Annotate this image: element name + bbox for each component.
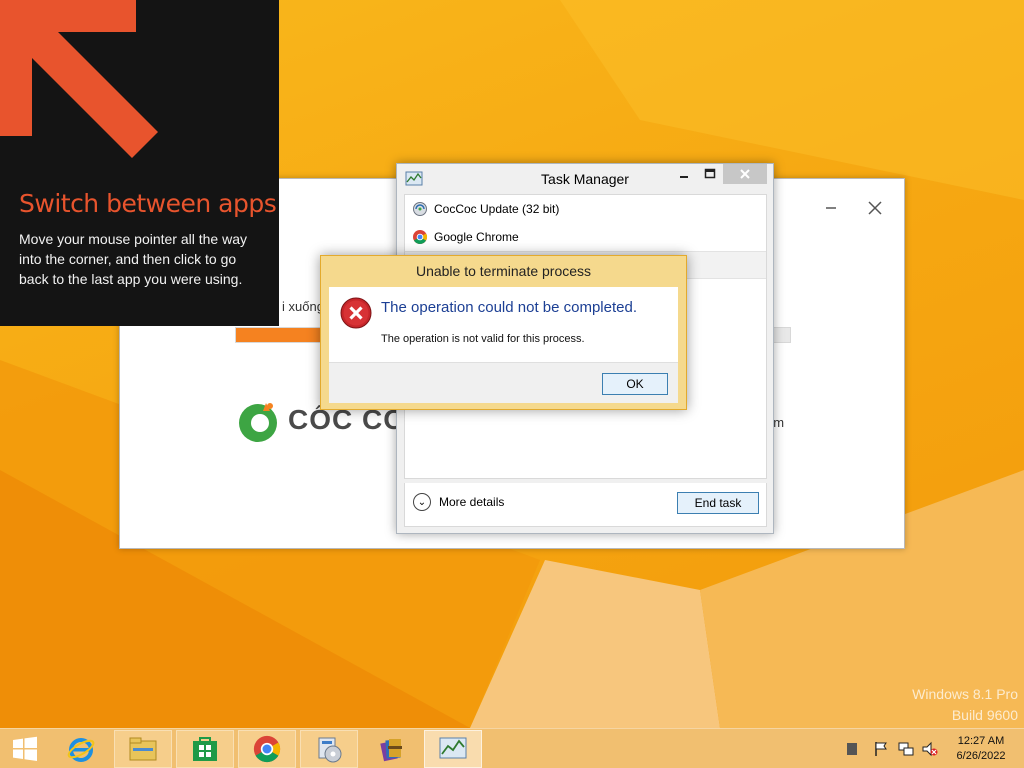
setup-icon <box>318 737 342 763</box>
error-detail-text: The operation is not valid for this proc… <box>381 333 585 345</box>
start-button[interactable] <box>2 730 48 768</box>
winrar-icon <box>380 739 402 762</box>
watermark-build: Build 9600 <box>951 707 1018 723</box>
minimize-icon <box>826 207 836 209</box>
network-icon-glyph <box>898 742 914 756</box>
minimize-icon <box>680 176 688 178</box>
task-manager-close-button[interactable] <box>723 164 767 184</box>
app-name: Google Chrome <box>434 230 519 244</box>
error-dialog-content: The operation could not be completed. Th… <box>329 287 678 403</box>
maximize-icon <box>704 168 716 179</box>
error-dialog[interactable]: Unable to terminate process The operatio… <box>320 255 687 410</box>
error-dialog-title: Unable to terminate process <box>415 263 592 279</box>
taskbar-windows-store[interactable] <box>176 730 234 768</box>
taskbar-clock[interactable]: 12:27 AM 6/26/2022 <box>950 734 1012 764</box>
installer-close-button[interactable] <box>864 197 886 219</box>
taskbar: 12:27 AM 6/26/2022 <box>0 728 1024 768</box>
app-row-google-chrome[interactable]: Google Chrome <box>405 223 766 251</box>
windows-watermark: Windows 8.1 Pro Build 9600 <box>912 684 1018 726</box>
switch-apps-tip-panel[interactable]: Switch between apps Move your mouse poin… <box>0 0 279 326</box>
folder-icon <box>129 737 157 761</box>
flag-icon[interactable] <box>873 741 889 757</box>
tip-title: Switch between apps <box>19 189 277 218</box>
taskbar-winrar[interactable] <box>362 730 420 768</box>
error-main-instruction: The operation could not be completed. <box>381 299 638 316</box>
action-center-square-icon[interactable] <box>844 741 860 757</box>
coccoc-logo-icon <box>239 403 277 442</box>
ok-button[interactable]: OK <box>602 373 668 395</box>
more-details-toggle[interactable]: ⌄ More details <box>413 493 504 511</box>
windows-logo-icon <box>13 736 37 761</box>
task-manager-icon <box>439 737 467 759</box>
store-icon <box>193 737 217 761</box>
volume-muted-icon[interactable] <box>922 741 938 757</box>
app-row-coccoc-update[interactable]: CocCoc Update (32 bit) <box>405 195 766 223</box>
task-manager-titlebar[interactable]: Task Manager <box>397 164 773 193</box>
end-task-button[interactable]: End task <box>677 492 759 514</box>
action-center-square-icon-glyph <box>847 743 857 755</box>
close-icon <box>740 169 750 179</box>
error-dialog-button-area: OK <box>329 362 678 403</box>
installer-status-text: i xuống <box>282 299 324 314</box>
ie-icon <box>67 738 95 762</box>
tip-body: Move your mouse pointer all the way into… <box>19 231 247 287</box>
network-icon[interactable] <box>898 741 914 757</box>
chrome-icon <box>413 230 427 244</box>
installer-minimize-button[interactable] <box>820 197 842 219</box>
flag-icon-glyph <box>875 742 887 756</box>
clock-date: 6/26/2022 <box>956 750 1006 762</box>
app-name: CocCoc Update (32 bit) <box>434 202 560 216</box>
volume-muted-icon-glyph <box>922 741 938 757</box>
watermark-edition: Windows 8.1 Pro <box>912 686 1018 702</box>
taskbar-coccoc-setup[interactable] <box>300 730 358 768</box>
more-details-label: More details <box>439 495 505 509</box>
task-manager-maximize-button[interactable] <box>697 164 723 184</box>
coccoc-update-icon <box>413 202 427 216</box>
taskbar-google-chrome[interactable] <box>238 730 296 768</box>
task-manager-footer: ⌄ More details End task <box>404 483 767 527</box>
clock-time: 12:27 AM <box>957 735 1005 747</box>
chevron-down-icon: ⌄ <box>413 493 431 511</box>
taskbar-task-manager[interactable] <box>424 730 482 768</box>
close-icon <box>868 201 882 215</box>
error-icon <box>340 297 372 329</box>
chrome-icon <box>253 735 281 763</box>
taskbar-file-explorer[interactable] <box>114 730 172 768</box>
task-manager-minimize-button[interactable] <box>671 164 697 184</box>
taskbar-internet-explorer[interactable] <box>52 730 110 768</box>
